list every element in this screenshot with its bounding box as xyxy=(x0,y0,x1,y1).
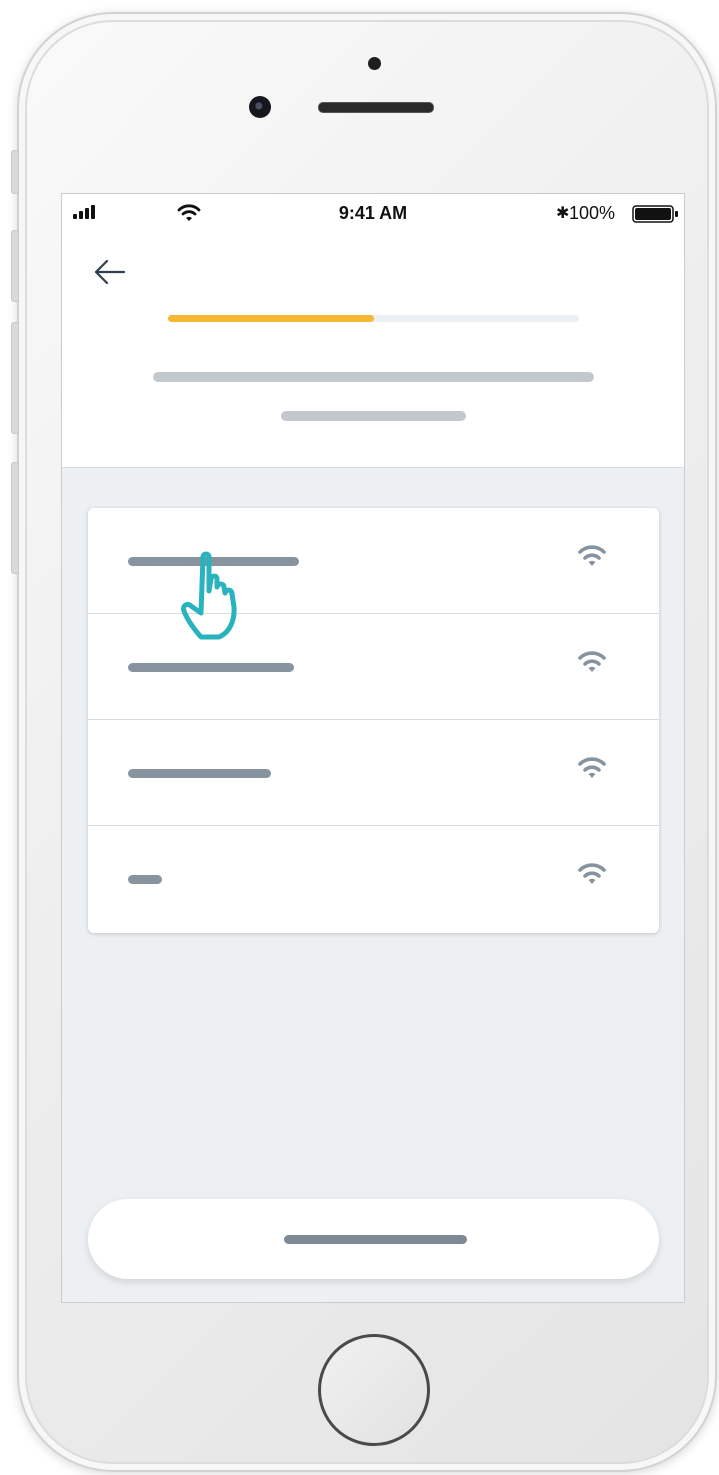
page-subtitle-placeholder xyxy=(281,411,466,421)
header xyxy=(62,232,684,468)
continue-button[interactable] xyxy=(88,1199,659,1279)
network-list xyxy=(88,508,659,933)
page-title-placeholder xyxy=(153,372,594,382)
wifi-signal-icon xyxy=(578,651,606,672)
earpiece-speaker xyxy=(318,102,434,113)
network-name-placeholder xyxy=(128,875,162,884)
network-row[interactable] xyxy=(88,720,659,826)
volume-up-button[interactable] xyxy=(11,230,19,302)
app-screen: 9:41 AM ✱ 100% xyxy=(61,193,685,1303)
network-name-placeholder xyxy=(128,769,271,778)
front-camera xyxy=(249,96,271,118)
network-row[interactable] xyxy=(88,614,659,720)
volume-down-button[interactable] xyxy=(11,322,19,434)
volume-button[interactable] xyxy=(11,462,19,574)
bluetooth-icon: ✱ xyxy=(556,205,570,222)
progress-bar xyxy=(168,315,579,322)
proximity-sensor xyxy=(368,57,381,70)
progress-fill xyxy=(168,315,374,322)
wifi-signal-icon xyxy=(578,545,606,566)
tap-hand-icon xyxy=(181,551,237,640)
battery-percent: 100% xyxy=(569,203,616,223)
status-bar: 9:41 AM ✱ 100% xyxy=(62,194,684,232)
network-row[interactable] xyxy=(88,508,659,614)
home-button[interactable] xyxy=(318,1334,430,1446)
network-name-placeholder xyxy=(128,663,294,672)
wifi-signal-icon xyxy=(578,757,606,778)
mute-switch[interactable] xyxy=(11,150,19,194)
battery-icon xyxy=(632,205,678,223)
continue-button-label-placeholder xyxy=(284,1235,467,1244)
network-row[interactable] xyxy=(88,826,659,932)
arrow-left-icon[interactable] xyxy=(90,252,130,292)
wifi-signal-icon xyxy=(578,863,606,884)
